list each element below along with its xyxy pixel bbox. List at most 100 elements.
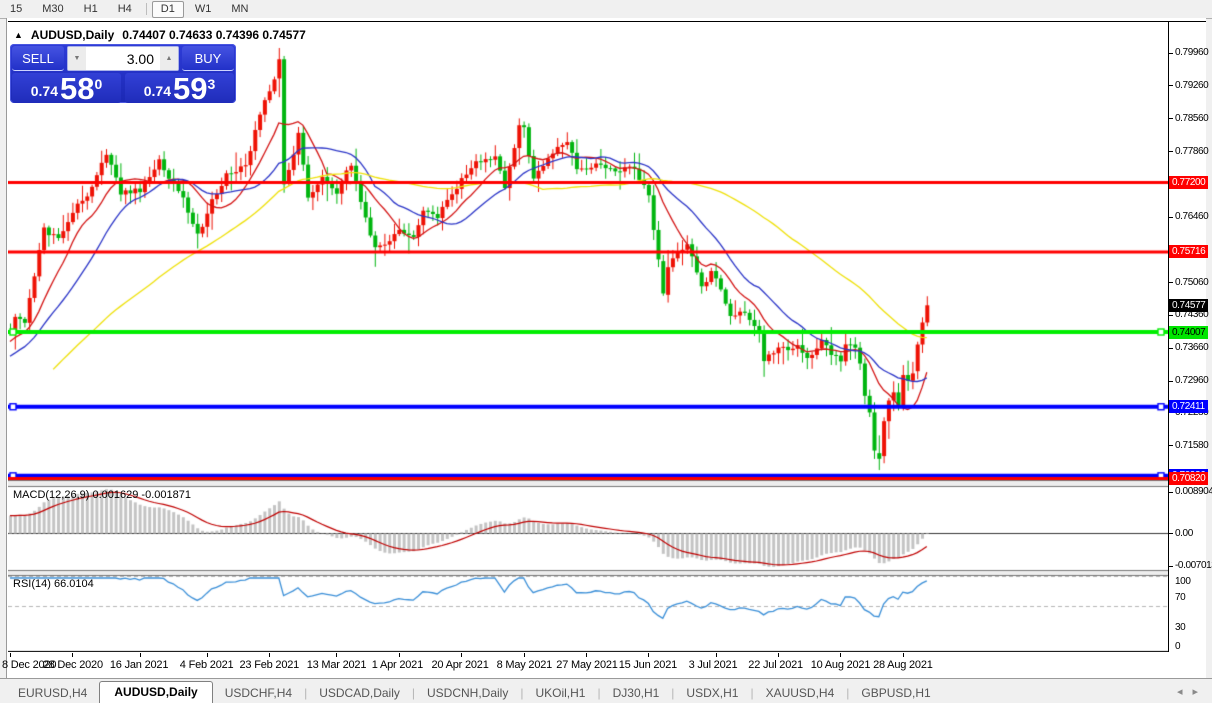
date-tick-label: 15 Jun 2021	[619, 659, 677, 671]
sell-price-sup: 0	[94, 76, 102, 92]
macd-tick-mark	[1168, 492, 1173, 493]
symbol-tab-gbpusd[interactable]: GBPUSD,H1	[849, 683, 942, 703]
sell-price-prefix: 0.74	[31, 83, 58, 99]
timeframe-button-mn[interactable]: MN	[222, 1, 257, 18]
macd-indicator-label: MACD(12,26,9) 0.001629 -0.001871	[13, 489, 191, 501]
price-level-tag: 0.74007	[1169, 326, 1208, 339]
symbol-tab-usdcnh[interactable]: USDCNH,Daily	[415, 683, 520, 703]
date-tick-label: 8 May 2021	[497, 659, 552, 671]
price-tick-label: 0.71580	[1175, 440, 1208, 451]
date-axis: 8 Dec 202028 Dec 202016 Jan 20214 Feb 20…	[8, 652, 1206, 678]
date-tick-label: 13 Mar 2021	[307, 659, 367, 671]
macd-tick-label: 0.00	[1175, 528, 1193, 539]
symbol-tab-usdchf[interactable]: USDCHF,H4	[213, 683, 304, 703]
rsi-indicator-label: RSI(14) 66.0104	[13, 578, 94, 590]
rsi-tick-label: 0	[1175, 641, 1180, 652]
price-tick-mark	[1168, 282, 1173, 283]
date-tick-mark	[903, 653, 904, 657]
date-tick-mark	[648, 653, 649, 657]
price-chart-canvas[interactable]	[8, 22, 1168, 652]
volume-input[interactable]	[86, 47, 160, 70]
timeframe-button-d1[interactable]: D1	[152, 1, 184, 18]
buy-price-big: 59	[173, 76, 207, 102]
date-tick-label: 20 Apr 2021	[432, 659, 489, 671]
chart-title-row: ▲ AUDUSD,Daily 0.74407 0.74633 0.74396 0…	[14, 28, 306, 42]
price-tick-mark	[1168, 445, 1173, 446]
price-tick-label: 0.76460	[1175, 211, 1208, 222]
symbol-tab-xauusd[interactable]: XAUUSD,H4	[754, 683, 847, 703]
sell-button[interactable]: SELL	[12, 46, 64, 71]
rsi-tick-label: 70	[1175, 592, 1185, 603]
price-tick-mark	[1168, 118, 1173, 119]
buy-button[interactable]: BUY	[182, 46, 234, 71]
timeframe-button-m30[interactable]: M30	[33, 1, 72, 18]
macd-tick-label: 0.008904	[1175, 486, 1212, 497]
chart-quote-ohlc: 0.74407 0.74633 0.74396 0.74577	[122, 28, 306, 42]
date-tick-mark	[586, 653, 587, 657]
buy-price-sup: 3	[207, 76, 215, 92]
price-tick-mark	[1168, 348, 1173, 349]
price-level-tag: 0.77200	[1169, 176, 1208, 189]
date-tick-mark	[524, 653, 525, 657]
date-tick-label: 10 Aug 2021	[811, 659, 871, 671]
timeframe-button-w1[interactable]: W1	[186, 1, 221, 18]
volume-decrease-icon[interactable]: ▼	[68, 47, 86, 70]
tab-scroll-left-icon[interactable]: ◂	[1177, 685, 1183, 698]
date-tick-mark	[10, 653, 11, 657]
price-tick-label: 0.75060	[1175, 277, 1208, 288]
timeframe-button-h1[interactable]: H1	[75, 1, 107, 18]
price-level-tag: 0.74577	[1169, 299, 1208, 312]
collapse-panel-icon[interactable]: ▲	[14, 30, 23, 40]
timeframe-button-h4[interactable]: H4	[109, 1, 141, 18]
price-tick-mark	[1168, 151, 1173, 152]
date-tick-mark	[72, 653, 73, 657]
date-tick-mark	[778, 653, 779, 657]
toolbar-separator	[146, 3, 147, 15]
date-tick-label: 22 Jul 2021	[748, 659, 803, 671]
price-tick-mark	[1168, 85, 1173, 86]
symbol-tab-dj30[interactable]: DJ30,H1	[601, 683, 672, 703]
date-tick-mark	[840, 653, 841, 657]
symbol-tab-audusd[interactable]: AUDUSD,Daily	[99, 681, 212, 703]
price-level-tag: 0.72411	[1169, 400, 1208, 413]
date-tick-label: 27 May 2021	[556, 659, 617, 671]
rsi-tick-label: 100	[1175, 576, 1191, 587]
price-level-tag: 0.75716	[1169, 245, 1208, 258]
date-tick-mark	[336, 653, 337, 657]
buy-price-button[interactable]: 0.74 59 3	[125, 73, 234, 103]
price-tick-label: 0.73660	[1175, 342, 1208, 353]
timeframe-button-15[interactable]: 15	[1, 1, 31, 18]
price-level-tag: 0.70820	[1169, 472, 1208, 485]
timeframe-toolbar: 15M30H1H4 D1W1MN	[0, 0, 1212, 19]
symbol-tab-eurusd[interactable]: EURUSD,H4	[6, 683, 99, 703]
symbol-tab-usdcad[interactable]: USDCAD,Daily	[307, 683, 412, 703]
buy-price-prefix: 0.74	[144, 83, 171, 99]
trading-terminal: 15M30H1H4 D1W1MN ▲ AUDUSD,Daily 0.74407 0…	[0, 0, 1212, 703]
date-tick-mark	[140, 653, 141, 657]
price-tick-label: 0.78560	[1175, 113, 1208, 124]
price-tick-mark	[1168, 381, 1173, 382]
price-tick-mark	[1168, 217, 1173, 218]
volume-increase-icon[interactable]: ▲	[160, 47, 178, 70]
macd-tick-label: -0.007013	[1175, 560, 1212, 571]
symbol-tab-ukoil[interactable]: UKOil,H1	[523, 683, 597, 703]
symbol-tab-usdx[interactable]: USDX,H1	[674, 683, 750, 703]
price-tick-label: 0.72960	[1175, 375, 1208, 386]
price-tick-label: 0.79960	[1175, 47, 1208, 58]
tab-scroll-right-icon[interactable]: ▸	[1192, 685, 1198, 698]
date-tick-mark	[461, 653, 462, 657]
sell-price-big: 58	[60, 76, 94, 102]
price-tick-mark	[1168, 315, 1173, 316]
date-tick-label: 28 Dec 2020	[43, 659, 103, 671]
date-tick-label: 3 Jul 2021	[689, 659, 738, 671]
date-tick-label: 28 Aug 2021	[873, 659, 933, 671]
window-left-edge	[6, 18, 7, 678]
chart-symbol-title: AUDUSD,Daily	[31, 28, 114, 42]
price-tick-label: 0.79260	[1175, 80, 1208, 91]
macd-tick-mark	[1168, 533, 1173, 534]
sell-price-button[interactable]: 0.74 58 0	[12, 73, 121, 103]
volume-stepper: ▼ ▲	[67, 46, 179, 71]
macd-tick-mark	[1168, 566, 1173, 567]
date-tick-label: 16 Jan 2021	[110, 659, 168, 671]
symbol-tab-bar: EURUSD,H4AUDUSD,DailyUSDCHF,H4|USDCAD,Da…	[0, 678, 1212, 703]
